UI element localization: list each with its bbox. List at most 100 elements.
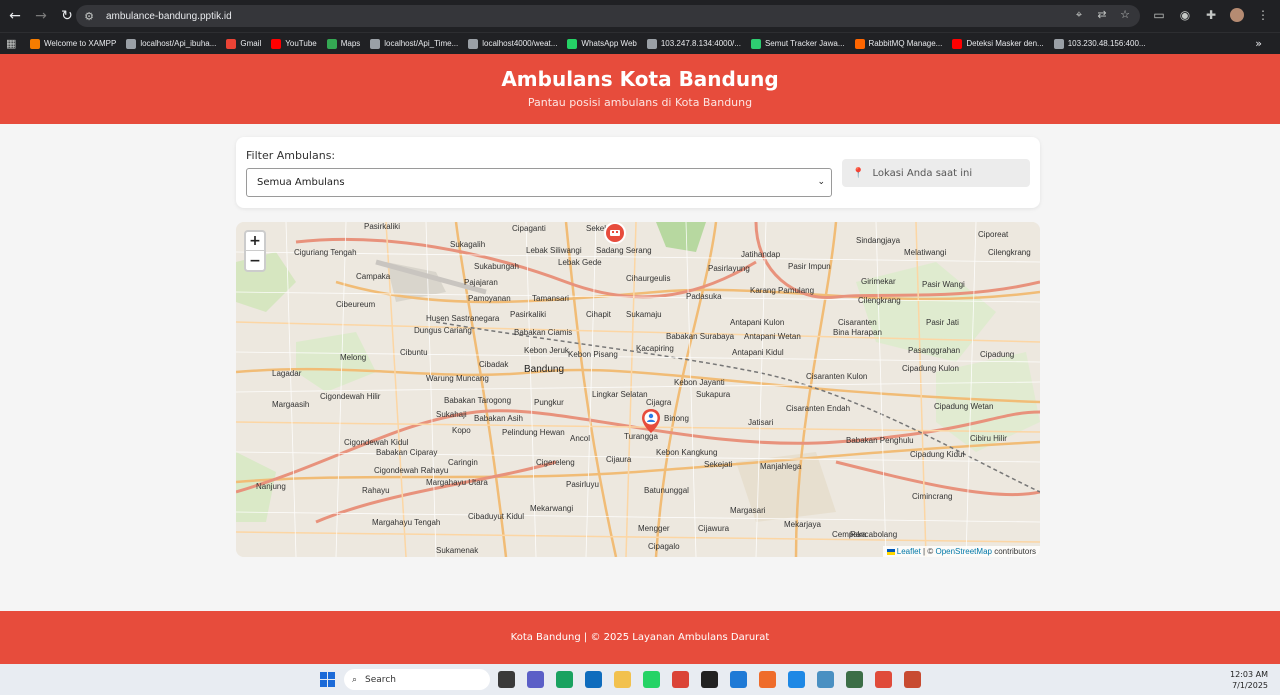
bookmark-item[interactable]: 103.247.8.134:4000/... xyxy=(646,38,741,49)
map-place-label: Margahayu Utara xyxy=(426,478,488,487)
translate-icon[interactable]: ⇄ xyxy=(1095,8,1109,22)
profile-avatar[interactable] xyxy=(1230,8,1244,22)
terminal-icon[interactable] xyxy=(701,671,718,688)
bookmark-favicon-icon xyxy=(1053,38,1064,49)
os-taskbar: ⌕ Search 12:03 AM 7/1/2025 xyxy=(0,664,1280,695)
teams-icon[interactable] xyxy=(527,671,544,688)
chrome-icon[interactable] xyxy=(672,671,689,688)
location-icon[interactable]: ⌖ xyxy=(1072,8,1086,22)
bookmark-item[interactable]: localhost/Api_Time... xyxy=(370,38,458,49)
outlook-icon[interactable] xyxy=(585,671,602,688)
more-bookmarks-icon[interactable]: » xyxy=(1255,37,1262,50)
map-view[interactable]: + − Pasirkaliki Cipaganti Sekeloa Sukagalih… xyxy=(236,222,1040,557)
map-place-label: Pasirkaliki xyxy=(364,222,401,231)
bookmark-label: Welcome to XAMPP xyxy=(44,39,117,48)
bookmark-item[interactable]: localhost4000/weat... xyxy=(468,38,557,49)
map-place-label: Pelindung Hewan xyxy=(502,428,565,437)
bookmark-label: Semut Tracker Jawa... xyxy=(764,39,845,48)
bookmark-item[interactable]: Deteksi Masker den... xyxy=(952,38,1044,49)
map-place-label: Cigondewah Rahayu xyxy=(374,466,449,475)
map-place-label: Ciguriang Tengah xyxy=(294,248,357,257)
zoom-out-button[interactable]: − xyxy=(246,251,264,270)
osm-link[interactable]: OpenStreetMap xyxy=(935,547,991,556)
file-explorer-icon[interactable] xyxy=(614,671,631,688)
search-icon: ⌕ xyxy=(352,674,358,685)
extensions-puzzle-icon[interactable]: ✚ xyxy=(1204,8,1218,22)
map-place-label: Antapani Wetan xyxy=(744,332,801,341)
whatsapp-icon[interactable] xyxy=(643,671,660,688)
filter-label: Filter Ambulans: xyxy=(246,149,336,162)
map-place-label: Pasir Wangi xyxy=(922,280,965,289)
clock-date: 7/1/2025 xyxy=(1232,681,1268,690)
menu-icon[interactable]: ⋮ xyxy=(1256,8,1270,22)
apps-grid-icon[interactable]: ▦ xyxy=(6,37,20,50)
bookmark-label: 103.230.48.156:400... xyxy=(1067,39,1146,48)
bookmark-label: WhatsApp Web xyxy=(581,39,637,48)
map-place-label: Sukamaju xyxy=(626,310,662,319)
vscode-icon[interactable] xyxy=(730,671,747,688)
address-url[interactable]: ambulance-bandung.pptik.id xyxy=(106,11,232,22)
extension-icon[interactable]: ◉ xyxy=(1178,8,1192,22)
map-place-label: Bina Harapan xyxy=(833,328,882,337)
leaflet-link[interactable]: Leaflet xyxy=(897,547,921,556)
map-place-label: Pungkur xyxy=(534,398,564,407)
ambulance-marker[interactable] xyxy=(604,222,626,244)
address-bar[interactable]: ⚙ ambulance-bandung.pptik.id ⌖ ⇄ ☆ xyxy=(76,5,1140,27)
bookmark-item[interactable]: Gmail xyxy=(226,38,261,49)
forward-icon[interactable]: → xyxy=(30,5,52,27)
map-place-label: Sekejati xyxy=(704,460,733,469)
map-place-label: Manjahlega xyxy=(760,462,802,471)
bookmark-item[interactable]: RabbitMQ Manage... xyxy=(854,38,942,49)
current-location-box[interactable]: 📍 Lokasi Anda saat ini xyxy=(842,159,1030,187)
notepad-icon[interactable] xyxy=(788,671,805,688)
map-place-label: Lingkar Selatan xyxy=(592,390,648,399)
bookmark-item[interactable]: Welcome to XAMPP xyxy=(30,38,117,49)
photos-icon[interactable] xyxy=(846,671,863,688)
bookmark-favicon-icon xyxy=(370,38,381,49)
cast-icon[interactable]: ▭ xyxy=(1152,8,1166,22)
map-place-label: Rancabolang xyxy=(850,530,898,539)
map-attribution: Leaflet | © OpenStreetMap contributors xyxy=(882,546,1040,557)
bookmark-item[interactable]: YouTube xyxy=(271,38,317,49)
map-place-label: Nanjung xyxy=(256,482,286,491)
ambulance-filter-select[interactable]: Semua Ambulans ⌄ xyxy=(246,168,832,197)
map-place-label: Caringin xyxy=(448,458,478,467)
bookmark-star-icon[interactable]: ☆ xyxy=(1118,8,1132,22)
bookmark-favicon-icon xyxy=(854,38,865,49)
map-place-label: Mekarjaya xyxy=(784,520,821,529)
map-place-label: Cipadung Kulon xyxy=(902,364,959,373)
map-place-label: Pasir Jati xyxy=(926,318,959,327)
map-place-label: Babakan Surabaya xyxy=(666,332,735,341)
chrome-active-icon[interactable] xyxy=(875,671,892,688)
edge-icon[interactable] xyxy=(556,671,573,688)
bookmark-item[interactable]: localhost/Api_ibuha... xyxy=(126,38,216,49)
windows-start-icon[interactable] xyxy=(320,672,335,687)
map-place-label: Antapani Kulon xyxy=(730,318,785,327)
map-place-label: Warung Muncang xyxy=(426,374,489,383)
map-place-label: Girimekar xyxy=(861,277,896,286)
onedrive-icon[interactable] xyxy=(817,671,834,688)
user-location-marker[interactable] xyxy=(641,408,661,434)
reload-icon[interactable]: ↻ xyxy=(56,5,78,27)
ambulance-icon xyxy=(610,230,620,236)
bookmark-item[interactable]: Maps xyxy=(326,38,361,49)
postman-icon[interactable] xyxy=(759,671,776,688)
site-info-icon[interactable]: ⚙ xyxy=(82,9,96,23)
bookmark-label: Maps xyxy=(340,39,361,48)
bookmark-favicon-icon xyxy=(30,38,40,49)
task-view-icon[interactable] xyxy=(498,671,515,688)
map-place-label: Cihapit xyxy=(586,310,611,319)
map-place-label: Babakan Asih xyxy=(474,414,523,423)
taskbar-search[interactable]: ⌕ Search xyxy=(344,669,490,690)
map-place-label: Cipadung Wetan xyxy=(934,402,994,411)
chevron-down-icon: ⌄ xyxy=(817,177,825,187)
bookmark-label: Deteksi Masker den... xyxy=(966,39,1044,48)
back-icon[interactable]: ← xyxy=(4,5,26,27)
zoom-in-button[interactable]: + xyxy=(246,232,264,251)
bookmark-item[interactable]: Semut Tracker Jawa... xyxy=(750,38,845,49)
bookmark-item[interactable]: WhatsApp Web xyxy=(567,38,637,49)
powerpoint-icon[interactable] xyxy=(904,671,921,688)
bookmark-item[interactable]: 103.230.48.156:400... xyxy=(1053,38,1146,49)
map-place-label: Sukamenak xyxy=(436,546,479,555)
system-clock[interactable]: 12:03 AM 7/1/2025 xyxy=(1230,669,1268,691)
